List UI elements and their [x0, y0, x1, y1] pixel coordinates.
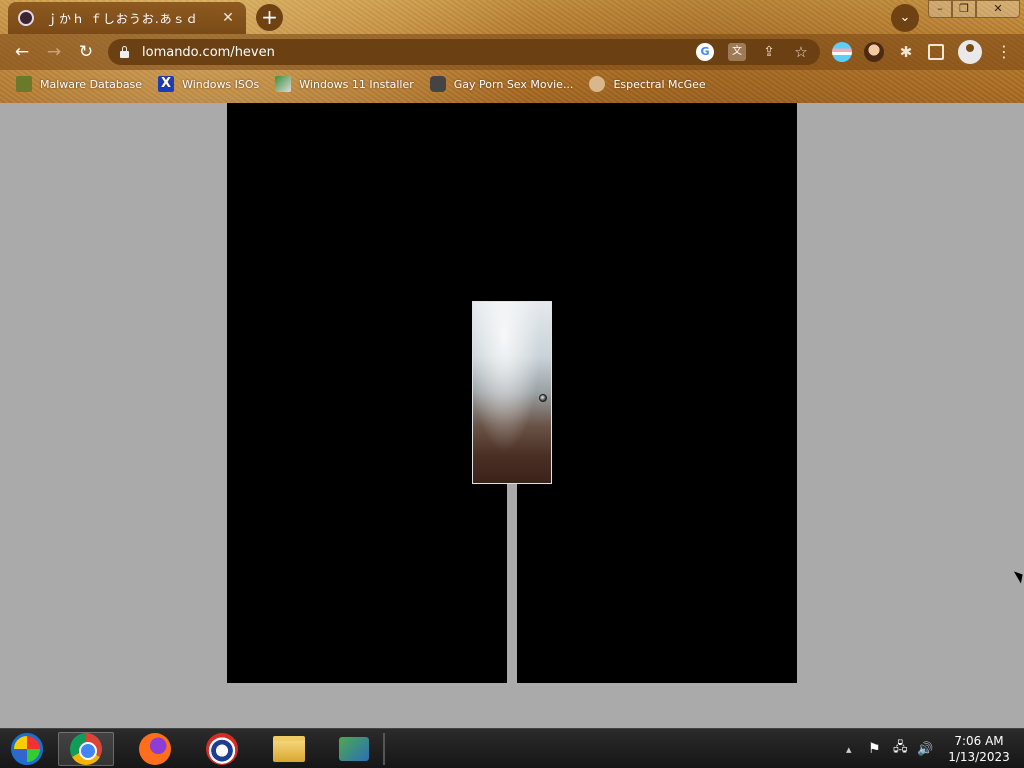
- avatar-extension-icon[interactable]: [864, 42, 884, 62]
- maximize-button[interactable]: ❐: [952, 0, 976, 18]
- tab-search-button[interactable]: ⌄: [891, 4, 919, 32]
- address-bar[interactable]: lomando.com/heven G 文 ⇪ ☆: [108, 39, 820, 65]
- game-canvas[interactable]: [227, 103, 797, 683]
- taskbar-separator: [383, 733, 385, 765]
- volume-icon[interactable]: 🔊: [917, 729, 933, 768]
- bookmark-label: Malware Database: [40, 77, 143, 91]
- taskbar-chrome[interactable]: [58, 732, 114, 766]
- taskbar-obama-logo[interactable]: [194, 732, 250, 766]
- page-viewport: [0, 103, 1024, 728]
- back-button[interactable]: ←: [10, 40, 34, 64]
- browser-chrome: ｊかｈ ｆしおうお.あｓｄ ✕ + ⌄ – ❐ ✕ ← → ↻ lomando.…: [0, 0, 1024, 103]
- clock-time: 7:06 AM: [954, 734, 1004, 748]
- bookmark-windows-isos[interactable]: X Windows ISOs: [158, 76, 259, 92]
- profile-icon[interactable]: [958, 40, 982, 64]
- bookmark-espectral-mcgee[interactable]: Espectral McGee: [589, 76, 706, 92]
- malware-icon: [16, 76, 32, 92]
- lock-icon[interactable]: [120, 46, 130, 58]
- bookmark-malware-database[interactable]: Malware Database: [16, 76, 142, 92]
- close-icon[interactable]: ✕: [220, 10, 236, 26]
- bookmark-label: Windows ISOs: [182, 77, 260, 91]
- start-orb-icon: [11, 733, 43, 765]
- forward-button[interactable]: →: [42, 40, 66, 64]
- obama-logo-icon: [206, 733, 238, 765]
- taskbar-network-app[interactable]: [326, 732, 382, 766]
- bookmark-star-icon[interactable]: ☆: [792, 43, 810, 61]
- floor-gap: [507, 484, 517, 683]
- network-app-icon: [339, 737, 369, 761]
- share-icon[interactable]: ⇪: [760, 43, 778, 61]
- reload-button[interactable]: ↻: [74, 40, 98, 64]
- mouse-cursor: [1013, 568, 1024, 584]
- trans-flag-extension-icon[interactable]: [832, 42, 852, 62]
- minimize-button[interactable]: –: [928, 0, 952, 18]
- close-window-button[interactable]: ✕: [976, 0, 1020, 18]
- face-icon: [589, 76, 606, 92]
- door-knob-icon[interactable]: [539, 394, 547, 402]
- start-button[interactable]: [0, 732, 54, 766]
- network-tray-icon[interactable]: 🖧: [893, 729, 908, 768]
- taskbar: ▴ ⚑ 🖧 🔊 7:06 AM 1/13/2023: [0, 728, 1024, 768]
- extensions-puzzle-icon[interactable]: ✱: [896, 42, 916, 62]
- bookmark-label: Gay Porn Sex Movie...: [453, 77, 574, 91]
- browser-toolbar: ← → ↻ lomando.com/heven G 文 ⇪ ☆ ✱ ⋮: [0, 34, 1024, 70]
- action-center-flag-icon[interactable]: ⚑: [868, 729, 881, 768]
- bookmarks-bar: Malware Database X Windows ISOs Windows …: [0, 70, 1024, 98]
- installer-icon: [275, 76, 292, 92]
- taskbar-file-explorer[interactable]: [261, 732, 317, 766]
- movie-icon: [429, 76, 446, 92]
- bookmark-windows-11-installer[interactable]: Windows 11 Installer: [275, 76, 414, 92]
- tab-title: ｊかｈ ｆしおうお.あｓｄ: [46, 11, 199, 26]
- show-hidden-icons-chevron-icon[interactable]: ▴: [846, 729, 852, 768]
- clock-date: 1/13/2023: [948, 750, 1010, 764]
- taskbar-firefox[interactable]: [127, 732, 183, 766]
- chrome-icon: [70, 733, 102, 765]
- firefox-icon: [139, 733, 171, 765]
- new-tab-button[interactable]: +: [256, 4, 283, 31]
- translate-icon[interactable]: 文: [728, 43, 746, 61]
- x-logo-icon: X: [158, 76, 175, 92]
- anime-avatar-icon: [18, 10, 34, 26]
- url-text[interactable]: lomando.com/heven: [142, 45, 275, 60]
- menu-kebab-icon[interactable]: ⋮: [994, 42, 1014, 62]
- tab-active[interactable]: ｊかｈ ｆしおうお.あｓｄ ✕: [8, 2, 246, 34]
- folder-icon: [273, 736, 305, 762]
- bookmark-label: Espectral McGee: [613, 77, 706, 91]
- system-clock[interactable]: 7:06 AM 1/13/2023: [942, 733, 1016, 765]
- bookmark-movie[interactable]: Gay Porn Sex Movie...: [429, 76, 574, 92]
- bookmark-label: Windows 11 Installer: [299, 77, 414, 91]
- tab-strip: ｊかｈ ｆしおうお.あｓｄ ✕ + ⌄ – ❐ ✕: [0, 0, 1024, 34]
- metal-door[interactable]: [472, 301, 552, 484]
- side-panel-icon[interactable]: [928, 44, 944, 60]
- google-icon[interactable]: G: [696, 43, 714, 61]
